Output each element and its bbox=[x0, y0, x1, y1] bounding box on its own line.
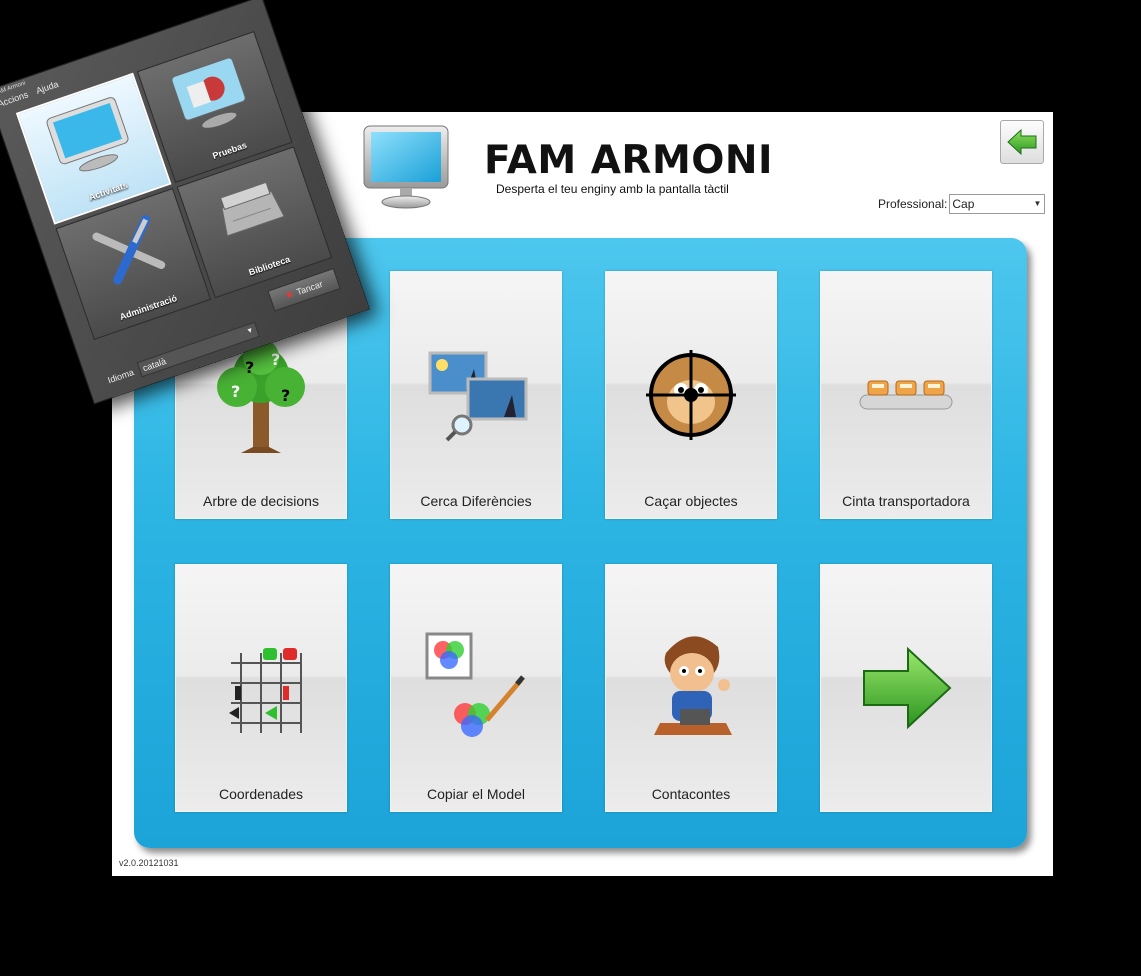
svg-text:?: ? bbox=[281, 386, 290, 405]
version-label: v2.0.20121031 bbox=[119, 858, 179, 868]
back-arrow-icon bbox=[1007, 128, 1037, 156]
chevron-down-icon: ▼ bbox=[1033, 199, 1042, 208]
tile-label: Arbre de decisions bbox=[203, 493, 319, 509]
language-label: Idioma bbox=[106, 367, 136, 386]
professional-label: Professional: bbox=[878, 197, 948, 211]
copy-model-icon bbox=[425, 632, 525, 737]
monitor-logo-icon bbox=[363, 125, 449, 209]
professional-selector: Professional: Cap ▼ bbox=[878, 194, 1046, 214]
close-icon: ✖ bbox=[284, 288, 295, 301]
coordinates-icon bbox=[229, 648, 302, 733]
tile-cinta-transportadora[interactable]: Cinta transportadora bbox=[820, 271, 992, 519]
professional-value: Cap bbox=[952, 197, 975, 211]
tile-cacar-objectes[interactable]: Caçar objectes bbox=[605, 271, 777, 519]
hunt-objects-icon bbox=[646, 350, 736, 440]
app-subtitle: Desperta el teu enginy amb la pantalla t… bbox=[496, 182, 729, 196]
language-value: català bbox=[141, 356, 168, 374]
tools-icon bbox=[92, 215, 166, 285]
storyteller-icon bbox=[654, 636, 732, 735]
tile-cerca-diferencies[interactable]: Cerca Diferències bbox=[390, 271, 562, 519]
tile-copiar-el-model[interactable]: Copiar el Model bbox=[390, 564, 562, 812]
menu-ajuda[interactable]: Ajuda bbox=[35, 79, 60, 96]
next-arrow-icon bbox=[863, 646, 952, 730]
professional-dropdown[interactable]: Cap ▼ bbox=[949, 194, 1046, 214]
next-page-button[interactable] bbox=[820, 564, 992, 812]
tile-label: Cinta transportadora bbox=[842, 493, 970, 509]
library-icon bbox=[220, 181, 285, 237]
app-title: FAM ARMONI bbox=[484, 138, 774, 183]
conveyor-belt-icon bbox=[859, 380, 953, 410]
find-differences-icon bbox=[428, 351, 528, 442]
tile-label: Cerca Diferències bbox=[420, 493, 532, 509]
tile-contacontes[interactable]: Contacontes bbox=[605, 564, 777, 812]
monitor-icon bbox=[46, 97, 129, 172]
chevron-down-icon: ▼ bbox=[245, 326, 255, 336]
back-button[interactable] bbox=[1000, 120, 1044, 164]
close-label: Tancar bbox=[295, 278, 324, 298]
tests-icon bbox=[171, 57, 246, 128]
tile-label: Coordenades bbox=[218, 786, 304, 802]
svg-text:?: ? bbox=[271, 350, 280, 369]
tile-label: Caçar objectes bbox=[644, 493, 738, 509]
svg-text:?: ? bbox=[231, 382, 240, 401]
svg-text:?: ? bbox=[245, 358, 254, 377]
tile-label: Copiar el Model bbox=[426, 786, 526, 802]
tile-label: Contacontes bbox=[651, 786, 731, 802]
tile-coordenades[interactable]: Coordenades bbox=[175, 564, 347, 812]
